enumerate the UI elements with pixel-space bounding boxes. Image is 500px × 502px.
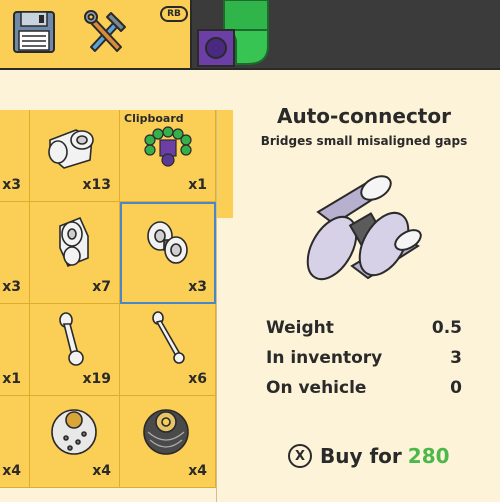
scene-pipe-part — [197, 0, 269, 67]
parts-panel: x3 x13 Clipboard x1 x3 x7 x3 x1 x19 x6 x… — [0, 68, 500, 502]
hammer-wrench-icon — [84, 10, 126, 52]
rod-icon — [152, 311, 185, 364]
part-cell[interactable]: x4 — [0, 396, 30, 488]
save-button[interactable] — [6, 4, 62, 60]
parts-grid: x3 x13 Clipboard x1 x3 x7 x3 x1 x19 x6 x… — [0, 110, 232, 502]
part-cell[interactable]: x4 — [30, 396, 120, 488]
scrollbar-thumb[interactable] — [217, 110, 233, 218]
floppy-disk-icon — [13, 11, 55, 53]
stat-weight: Weight 0.5 — [266, 318, 462, 338]
part-cell[interactable]: x3 — [0, 110, 30, 202]
part-cell[interactable]: x7 — [30, 202, 120, 304]
rb-button-hint: RB — [160, 6, 188, 22]
clipboard-part-icon — [144, 126, 192, 167]
part-description: Bridges small misaligned gaps — [260, 134, 468, 148]
part-cell[interactable]: x6 — [120, 304, 216, 396]
stat-on-vehicle: On vehicle 0 — [266, 378, 462, 398]
part-cell[interactable]: x13 — [30, 110, 120, 202]
part-info-pane: Auto-connector Bridges small misaligned … — [232, 70, 500, 502]
buy-button[interactable]: X Buy for 280 — [288, 444, 450, 468]
part-cell[interactable]: x3 — [0, 202, 30, 304]
buy-label: Buy for — [320, 444, 402, 468]
tools-button[interactable] — [78, 4, 134, 60]
strut-icon — [59, 312, 84, 366]
clipboard-cell[interactable]: Clipboard x1 — [120, 110, 216, 202]
stat-in-inventory: In inventory 3 — [266, 348, 462, 368]
x-button-icon: X — [288, 444, 312, 468]
auto-connector-preview-icon — [306, 175, 422, 281]
elbow-connector-icon — [48, 129, 94, 169]
grid-scrollbar[interactable] — [216, 110, 233, 502]
auto-connector-icon — [147, 221, 188, 264]
part-cell[interactable]: x19 — [30, 304, 120, 396]
part-cell[interactable]: x4 — [120, 396, 216, 488]
top-toolbar: RB — [0, 0, 192, 68]
part-title: Auto-connector — [277, 104, 451, 128]
buy-price: 280 — [407, 444, 450, 468]
part-cell[interactable]: x1 — [0, 304, 30, 396]
ball-wheel-icon — [143, 409, 189, 455]
connector-block-icon — [59, 216, 89, 268]
part-cell-selected[interactable]: x3 — [120, 202, 216, 304]
wheel-sphere-icon — [51, 409, 97, 455]
